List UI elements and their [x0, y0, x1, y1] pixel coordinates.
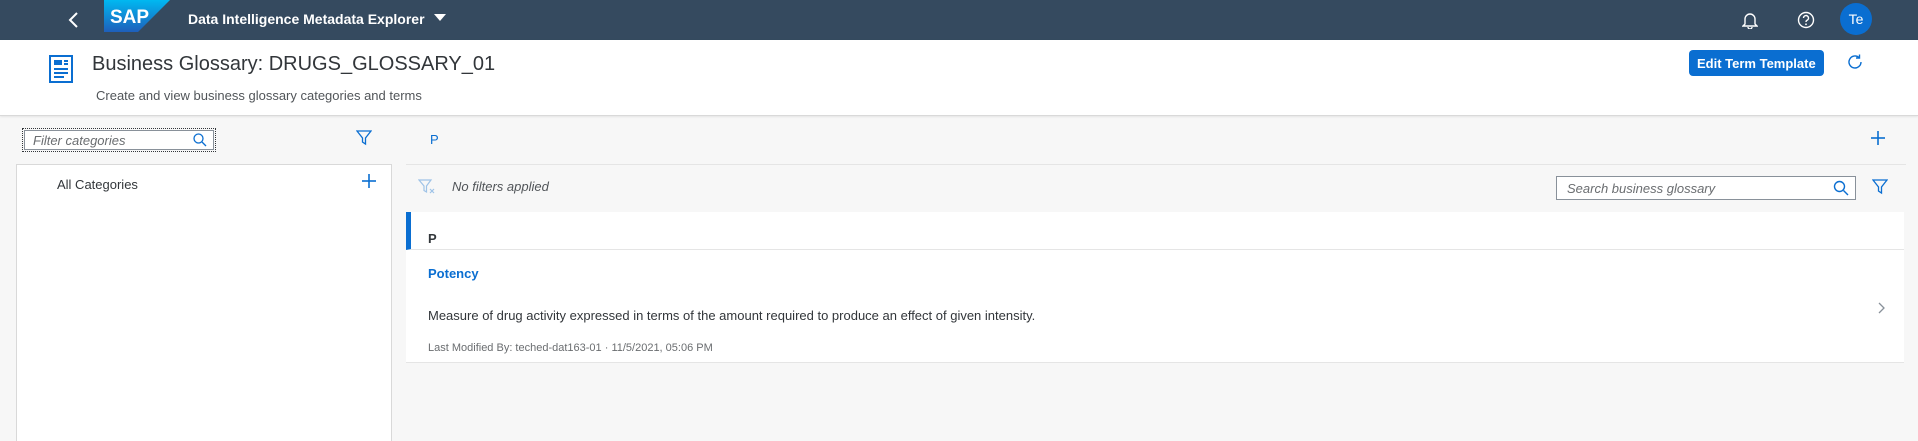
add-category-icon[interactable]: [361, 173, 377, 189]
search-icon[interactable]: [193, 133, 207, 147]
refresh-icon[interactable]: [1846, 53, 1864, 71]
glossary-icon: [46, 54, 76, 84]
help-icon[interactable]: [1794, 8, 1818, 32]
filter-bar: No filters applied Search business gloss…: [406, 164, 1906, 211]
page-header: Business Glossary: DRUGS_GLOSSARY_01 Cre…: [0, 40, 1918, 116]
term-description: Measure of drug activity expressed in te…: [428, 308, 1035, 323]
filter-status: No filters applied: [452, 179, 549, 194]
categories-pane: Filter categories All Categories: [16, 116, 391, 439]
search-glossary-placeholder: Search business glossary: [1567, 181, 1715, 196]
bell-icon[interactable]: [1738, 8, 1762, 32]
terms-pane: P No filters applied Search business glo…: [406, 116, 1906, 439]
sap-logo-text: SAP: [110, 7, 149, 28]
app-title[interactable]: Data Intelligence Metadata Explorer: [188, 11, 425, 27]
category-tree: All Categories: [16, 164, 392, 441]
add-term-icon[interactable]: [1870, 130, 1886, 146]
shell-bar: SAP Data Intelligence Metadata Explorer …: [0, 0, 1918, 40]
tree-item-all-categories[interactable]: All Categories: [57, 177, 138, 192]
group-letter: P: [428, 231, 437, 246]
chevron-right-icon[interactable]: [1878, 302, 1886, 314]
sap-logo[interactable]: SAP: [104, 0, 170, 32]
group-header: P: [406, 212, 1904, 250]
edit-term-template-button[interactable]: Edit Term Template: [1689, 50, 1824, 76]
back-icon[interactable]: [62, 8, 86, 32]
avatar[interactable]: Te: [1840, 3, 1872, 35]
filter-icon[interactable]: [356, 130, 372, 146]
term-name-link[interactable]: Potency: [428, 266, 479, 281]
search-icon[interactable]: [1833, 180, 1849, 196]
term-meta: Last Modified By: teched-dat163-01 · 11/…: [428, 342, 713, 354]
term-list-item[interactable]: Potency Measure of drug activity express…: [406, 250, 1904, 363]
filter-categories-input[interactable]: Filter categories: [24, 130, 214, 150]
search-glossary-input[interactable]: Search business glossary: [1556, 176, 1856, 200]
breadcrumb[interactable]: P: [430, 132, 439, 147]
clear-filter-icon[interactable]: [418, 179, 436, 195]
filter-icon[interactable]: [1872, 179, 1888, 195]
filter-categories-placeholder: Filter categories: [33, 133, 125, 148]
dropdown-caret-icon[interactable]: [434, 14, 446, 22]
page-subtitle: Create and view business glossary catego…: [96, 88, 422, 103]
page-title: Business Glossary: DRUGS_GLOSSARY_01: [92, 53, 495, 76]
